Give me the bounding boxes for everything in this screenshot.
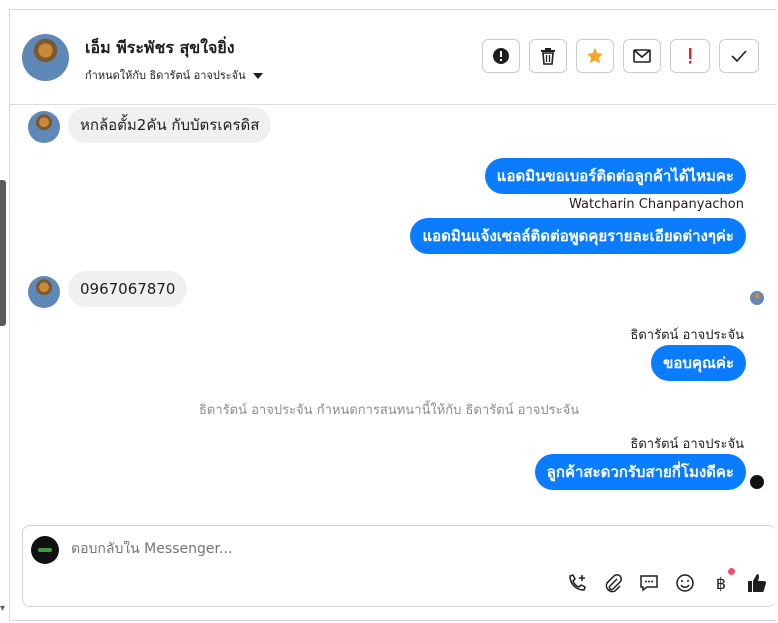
system-notice: ธิดารัตน์ อาจประจัน กำหนดการสนทนานี้ให้ก… bbox=[199, 403, 580, 418]
chat-bubble-icon[interactable] bbox=[638, 572, 660, 594]
sender-name: Watcharin Chanpanyachon bbox=[569, 197, 744, 212]
message-outgoing[interactable]: แอดมินขอเบอร์ติดต่อลูกค้าได้ไหมคะ bbox=[484, 158, 746, 194]
message-outgoing[interactable]: ลูกค้าสะดวกรับสายกี่โมงดีคะ bbox=[534, 454, 746, 490]
message-outgoing[interactable]: ขอบคุณค่ะ bbox=[651, 345, 746, 381]
message-incoming[interactable]: หกล้อตั้ม2คัน กับบัตรเครดิส bbox=[68, 107, 272, 143]
contact-avatar-small bbox=[28, 111, 60, 143]
message-outgoing[interactable]: แอดมินแจ้งเซลล์ติดต่อพูดคุยรายละเอียดต่า… bbox=[410, 218, 746, 254]
message-incoming[interactable]: 0967067870 bbox=[68, 271, 188, 307]
exclamation-icon bbox=[689, 48, 692, 64]
baht-icon[interactable]: ฿ bbox=[710, 568, 735, 594]
star-icon bbox=[587, 48, 603, 64]
smiley-icon[interactable] bbox=[674, 572, 696, 594]
contact-avatar[interactable] bbox=[22, 34, 69, 81]
trash-icon bbox=[541, 48, 555, 65]
caret-down-icon bbox=[252, 73, 263, 79]
scrollbar-handle[interactable] bbox=[0, 180, 6, 326]
header-actions bbox=[482, 39, 759, 73]
delete-button[interactable] bbox=[529, 39, 567, 73]
contact-avatar-small bbox=[28, 276, 60, 308]
mail-button[interactable] bbox=[623, 39, 661, 73]
mail-icon bbox=[633, 49, 651, 63]
assignee-label: กำหนดให้กับ ธิดารัตน์ อาจประจัน bbox=[85, 69, 246, 82]
seen-avatar bbox=[750, 291, 764, 305]
notification-dot bbox=[728, 568, 735, 575]
info-icon bbox=[493, 48, 509, 64]
mark-done-button[interactable] bbox=[719, 39, 759, 73]
spam-button[interactable] bbox=[670, 39, 710, 73]
conversation-header: เอ็ม พีระพัชร สุขใจยิ่ง กำหนดให้กับ ธิดา… bbox=[9, 9, 776, 105]
paperclip-icon[interactable] bbox=[602, 572, 624, 594]
sender-name: ธิดารัตน์ อาจประจัน bbox=[630, 437, 744, 452]
info-button[interactable] bbox=[482, 39, 520, 73]
sender-name: ธิดารัตน์ อาจประจัน bbox=[630, 328, 744, 343]
page-avatar bbox=[31, 536, 59, 564]
check-icon bbox=[731, 50, 747, 63]
star-button[interactable] bbox=[576, 39, 614, 73]
seen-avatar bbox=[750, 475, 764, 489]
phone-plus-icon[interactable] bbox=[566, 572, 588, 594]
baht-glyph: ฿ bbox=[715, 573, 727, 593]
reply-composer: ฿ bbox=[22, 525, 776, 607]
scroll-down-arrow[interactable]: ▾ bbox=[0, 603, 6, 619]
composer-tools: ฿ bbox=[566, 568, 768, 594]
message-thread: หกล้อตั้ม2คัน กับบัตรเครดิส แอดมินขอเบอร… bbox=[9, 105, 776, 525]
assignee-dropdown[interactable]: กำหนดให้กับ ธิดารัตน์ อาจประจัน bbox=[85, 66, 263, 84]
thumbs-up-icon[interactable] bbox=[746, 572, 768, 594]
reply-input[interactable] bbox=[71, 541, 671, 557]
contact-name[interactable]: เอ็ม พีระพัชร สุขใจยิ่ง bbox=[85, 36, 235, 61]
